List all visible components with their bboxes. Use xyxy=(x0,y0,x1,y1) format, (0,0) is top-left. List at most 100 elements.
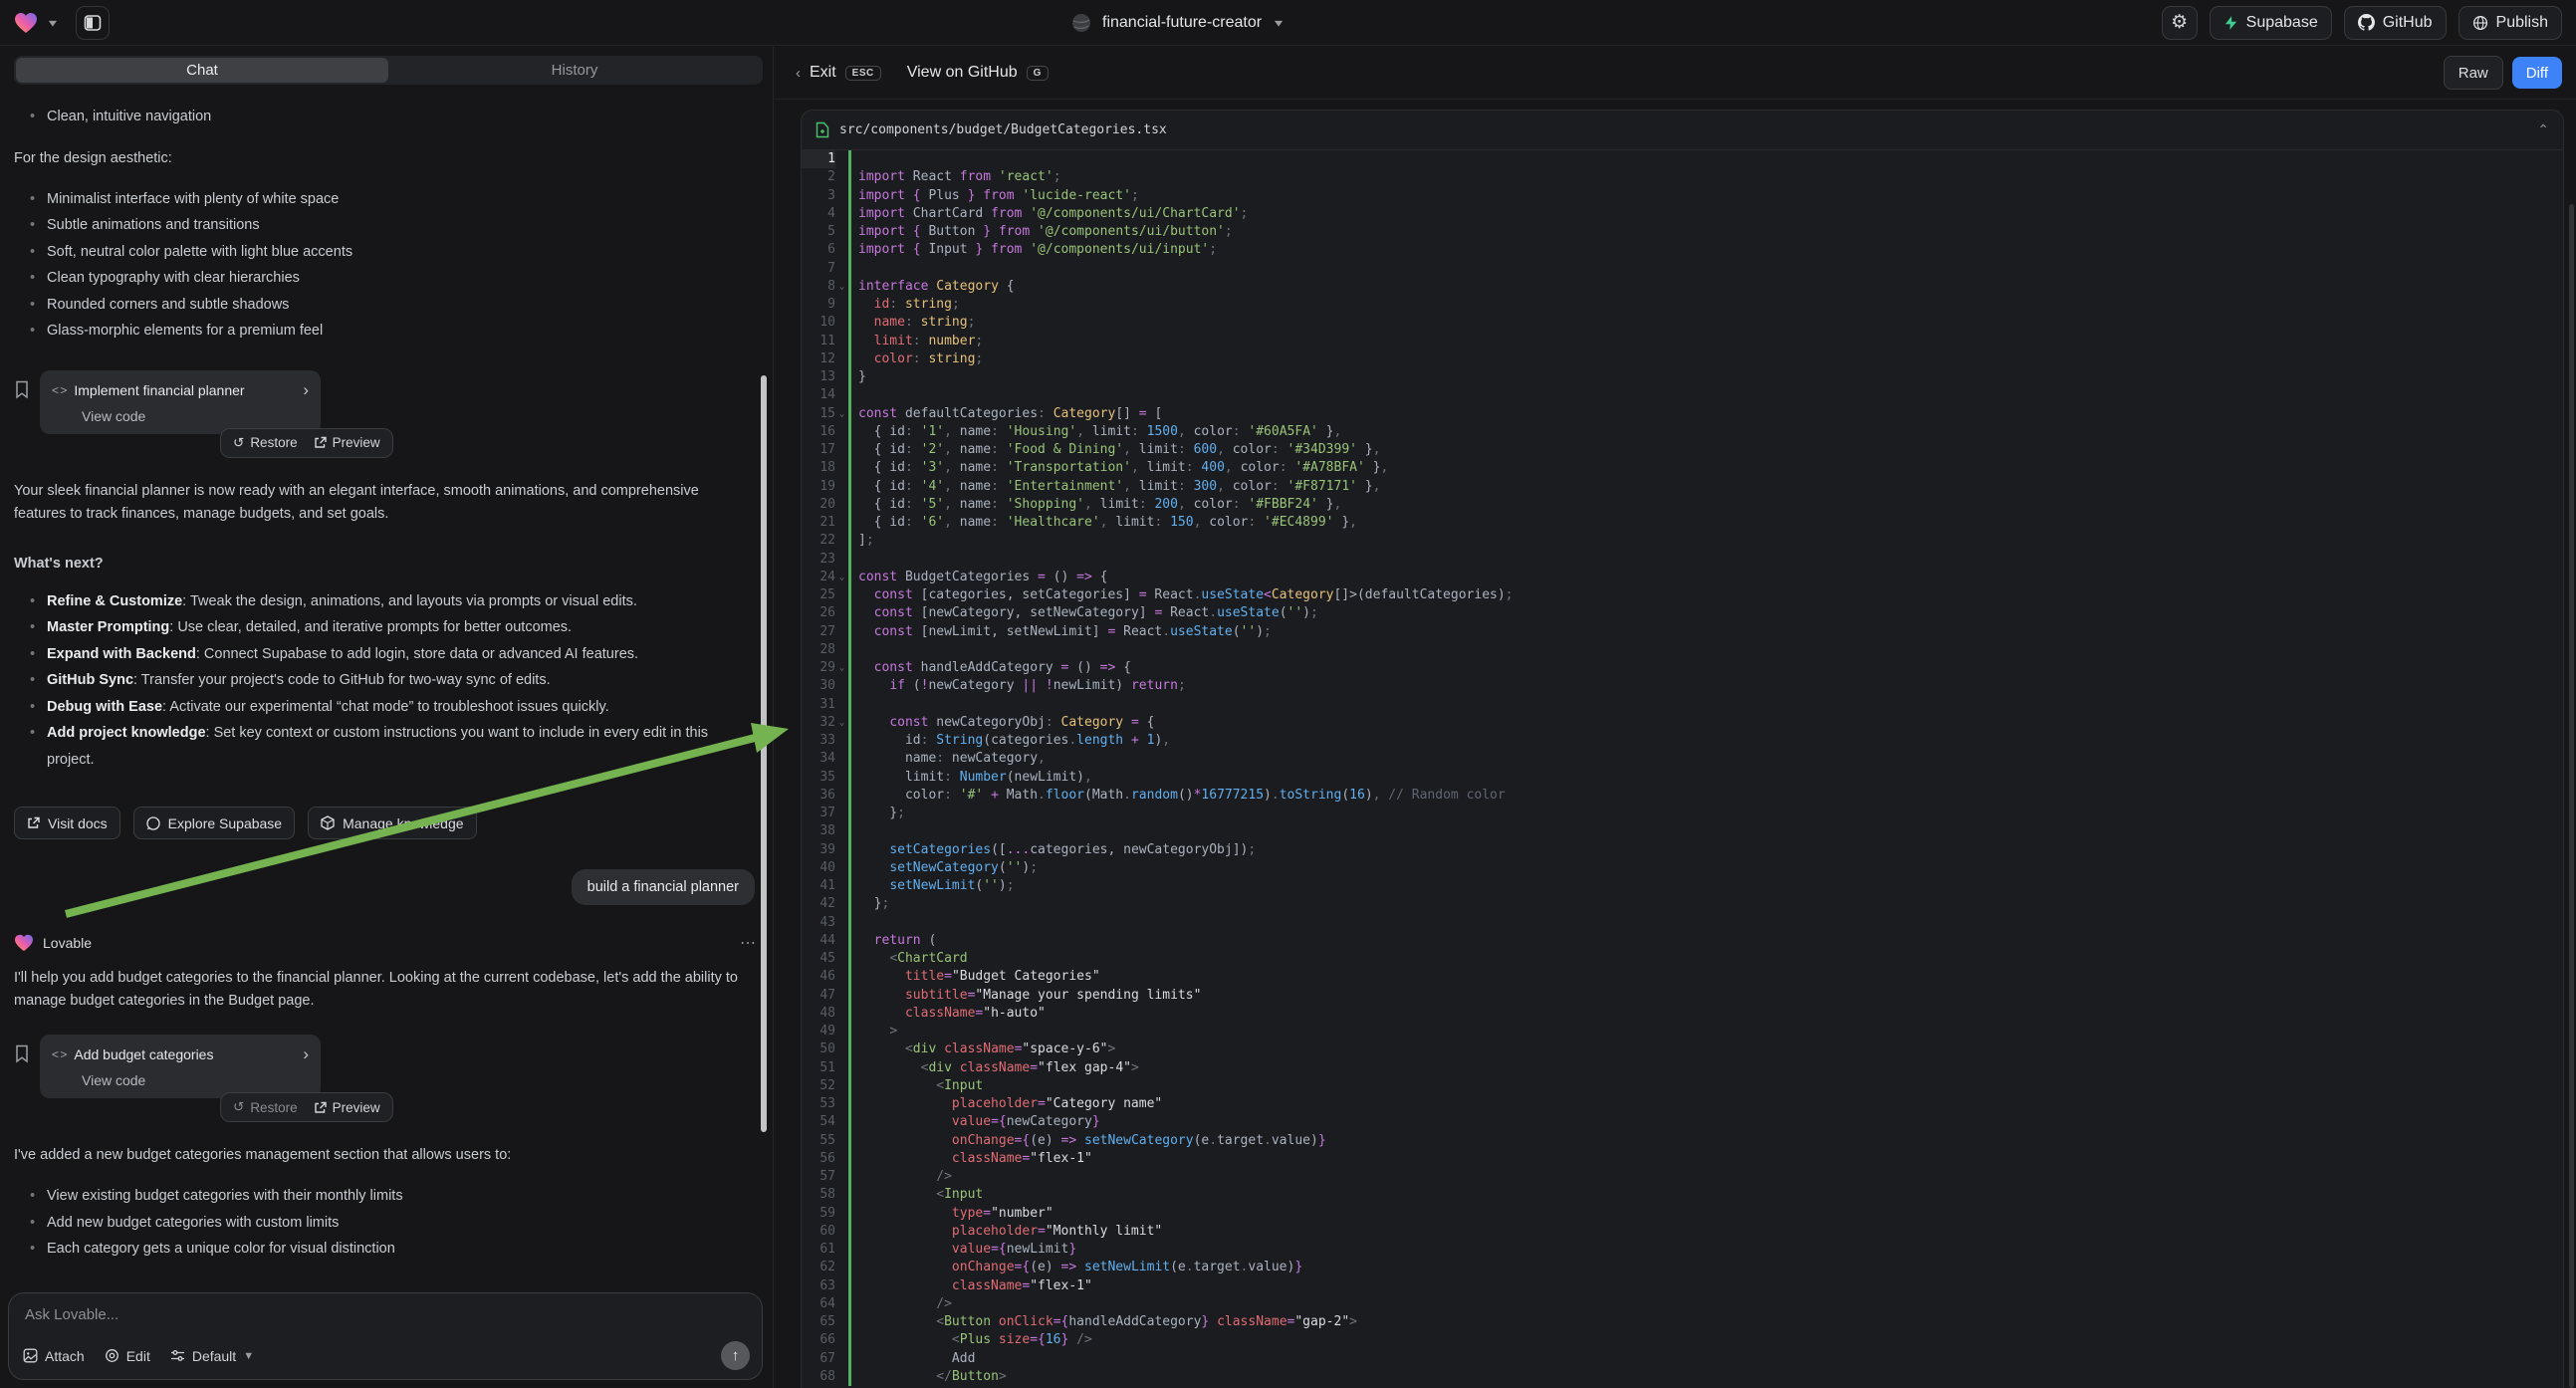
code-line: 55 onChange={(e) => setNewCategory(e.tar… xyxy=(802,1132,2563,1150)
code-line: 58 <Input xyxy=(802,1186,2563,1204)
code-line: 40 setNewCategory(''); xyxy=(802,859,2563,877)
bullet-item: Add project knowledge: Set key context o… xyxy=(14,720,757,773)
visit-docs-button[interactable]: Visit docs xyxy=(14,807,120,839)
assistant-name: Lovable xyxy=(43,935,92,951)
code-line: 25 const [categories, setCategories] = R… xyxy=(802,586,2563,604)
code-line: 6import { Input } from '@/components/ui/… xyxy=(802,241,2563,259)
lovable-avatar-icon xyxy=(14,934,34,952)
edit-button[interactable]: Edit xyxy=(105,1348,150,1364)
bookmark-icon[interactable] xyxy=(14,1044,30,1063)
code-line: 51 <div className="flex gap-4"> xyxy=(802,1059,2563,1077)
supabase-button[interactable]: Supabase xyxy=(2210,6,2332,40)
mode-select[interactable]: Default ▼ xyxy=(170,1348,254,1364)
raw-toggle-button[interactable]: Raw xyxy=(2444,56,2503,90)
restore-button[interactable]: ↺ Restore xyxy=(233,435,298,451)
exit-button[interactable]: ‹ Exit ESC xyxy=(796,64,881,82)
lovable-logo-icon[interactable] xyxy=(14,12,38,34)
preview-button[interactable]: Preview xyxy=(314,435,380,450)
settings-button[interactable]: ⚙ xyxy=(2162,6,2198,40)
whats-next-heading: What's next? xyxy=(14,553,757,576)
bullet-item: Add new budget categories with custom li… xyxy=(14,1210,757,1237)
code-line: 35 limit: Number(newLimit), xyxy=(802,769,2563,787)
bullet-item: GitHub Sync: Transfer your project's cod… xyxy=(14,667,757,694)
code-line: 22]; xyxy=(802,532,2563,550)
code-line: 49 > xyxy=(802,1023,2563,1041)
project-switcher[interactable]: financial-future-creator ▼ xyxy=(1070,0,1286,46)
chevron-down-icon: ▼ xyxy=(243,1350,254,1362)
tab-history[interactable]: History xyxy=(388,58,761,83)
view-on-github-button[interactable]: View on GitHub G xyxy=(907,64,1049,82)
bullet-item: Clean, intuitive navigation xyxy=(14,104,757,130)
user-message: build a financial planner xyxy=(572,869,755,905)
bullet-item: Clean typography with clear hierarchies xyxy=(14,265,757,292)
code-line: 9 id: string; xyxy=(802,296,2563,314)
code-line: 30 if (!newCategory || !newLimit) return… xyxy=(802,677,2563,695)
code-line: 60 placeholder="Monthly limit" xyxy=(802,1223,2563,1241)
bullet-item: Refine & Customize: Tweak the design, an… xyxy=(14,588,757,615)
code-line: 27 const [newLimit, setNewLimit] = React… xyxy=(802,623,2563,641)
code-line: 17 { id: '2', name: 'Food & Dining', lim… xyxy=(802,441,2563,459)
code-line: 32⌄ const newCategoryObj: Category = { xyxy=(802,714,2563,732)
publish-button[interactable]: Publish xyxy=(2459,6,2562,40)
code-line: 18 { id: '3', name: 'Transportation', li… xyxy=(802,459,2563,477)
top-bar: ▼ financial-future-creator ▼ ⚙ xyxy=(0,0,2576,46)
preview-button[interactable]: Preview xyxy=(314,1100,380,1115)
attach-button[interactable]: Attach xyxy=(23,1348,85,1364)
restore-button[interactable]: ↺ Restore xyxy=(233,1099,298,1115)
file-card: src/components/budget/BudgetCategories.t… xyxy=(801,110,2564,1388)
code-line: 66 <Plus size={16} /> xyxy=(802,1331,2563,1349)
chat-messages: Clean, intuitive navigation For the desi… xyxy=(0,95,773,1294)
code-line: 67 Add xyxy=(802,1350,2563,1368)
tab-chat[interactable]: Chat xyxy=(16,58,388,83)
publish-label: Publish xyxy=(2496,14,2548,32)
github-button[interactable]: GitHub xyxy=(2344,6,2447,40)
code-line: 42 }; xyxy=(802,895,2563,913)
bookmark-icon[interactable] xyxy=(14,380,30,399)
prompt-input[interactable]: Ask Lovable... Attach Edit xyxy=(8,1292,763,1380)
external-link-icon xyxy=(27,816,40,829)
send-button[interactable]: ↑ xyxy=(721,1341,750,1370)
next-steps-list: Refine & Customize: Tweak the design, an… xyxy=(14,588,757,774)
code-line: 10 name: string; xyxy=(802,314,2563,332)
ready-text: Your sleek financial planner is now read… xyxy=(14,480,753,526)
bullet-item: Master Prompting: Use clear, detailed, a… xyxy=(14,614,757,641)
bullet-item: View existing budget categories with the… xyxy=(14,1183,757,1210)
code-line: 23 xyxy=(802,551,2563,569)
version-card-add-budget[interactable]: < > Add budget categories › View code xyxy=(40,1035,321,1098)
code-line: 8⌄interface Category { xyxy=(802,278,2563,296)
code-tag-icon: < > xyxy=(52,383,66,397)
toggle-sidebar-button[interactable] xyxy=(76,6,110,40)
code-line: 41 setNewLimit(''); xyxy=(802,877,2563,895)
code-line: 5import { Button } from '@/components/ui… xyxy=(802,223,2563,241)
diff-toggle-button[interactable]: Diff xyxy=(2512,57,2562,89)
view-code-link[interactable]: View code xyxy=(82,1072,309,1088)
code-line: 26 const [newCategory, setNewCategory] =… xyxy=(802,604,2563,622)
feature-list: View existing budget categories with the… xyxy=(14,1183,757,1263)
sidebar-icon xyxy=(84,14,102,32)
manage-knowledge-button[interactable]: Manage knowledge xyxy=(308,807,476,839)
design-list: Minimalist interface with plenty of whit… xyxy=(14,186,757,345)
code-line: 56 className="flex-1" xyxy=(802,1150,2563,1168)
code-line: 15⌄const defaultCategories: Category[] =… xyxy=(802,405,2563,423)
message-menu-icon[interactable]: ⋯ xyxy=(740,933,757,953)
explore-supabase-button[interactable]: Explore Supabase xyxy=(133,807,295,839)
code-line: 29⌄ const handleAddCategory = () => { xyxy=(802,659,2563,677)
logo-chevron-down-icon[interactable]: ▼ xyxy=(46,17,60,28)
version-card-implement[interactable]: < > Implement financial planner › View c… xyxy=(40,370,321,434)
view-code-link[interactable]: View code xyxy=(82,408,309,424)
gear-icon: ⚙ xyxy=(2171,11,2188,34)
knowledge-box-icon xyxy=(321,815,335,830)
file-header[interactable]: src/components/budget/BudgetCategories.t… xyxy=(802,111,2563,150)
external-link-icon xyxy=(314,436,327,449)
code-line: 33 id: String(categories.length + 1), xyxy=(802,732,2563,750)
chat-bubble-icon xyxy=(146,816,160,830)
code-line: 63 className="flex-1" xyxy=(802,1277,2563,1295)
restore-icon: ↺ xyxy=(233,1099,244,1115)
code-line: 62 onChange={(e) => setNewLimit(e.target… xyxy=(802,1259,2563,1276)
code-scrollbar[interactable] xyxy=(2569,204,2574,1388)
collapse-chevron-icon[interactable]: ⌃ xyxy=(2537,121,2549,138)
code-line: 20 { id: '5', name: 'Shopping', limit: 2… xyxy=(802,496,2563,514)
code-line: 13} xyxy=(802,368,2563,386)
chat-scrollbar[interactable] xyxy=(761,375,767,1132)
bullet-item: Expand with Backend: Connect Supabase to… xyxy=(14,641,757,668)
